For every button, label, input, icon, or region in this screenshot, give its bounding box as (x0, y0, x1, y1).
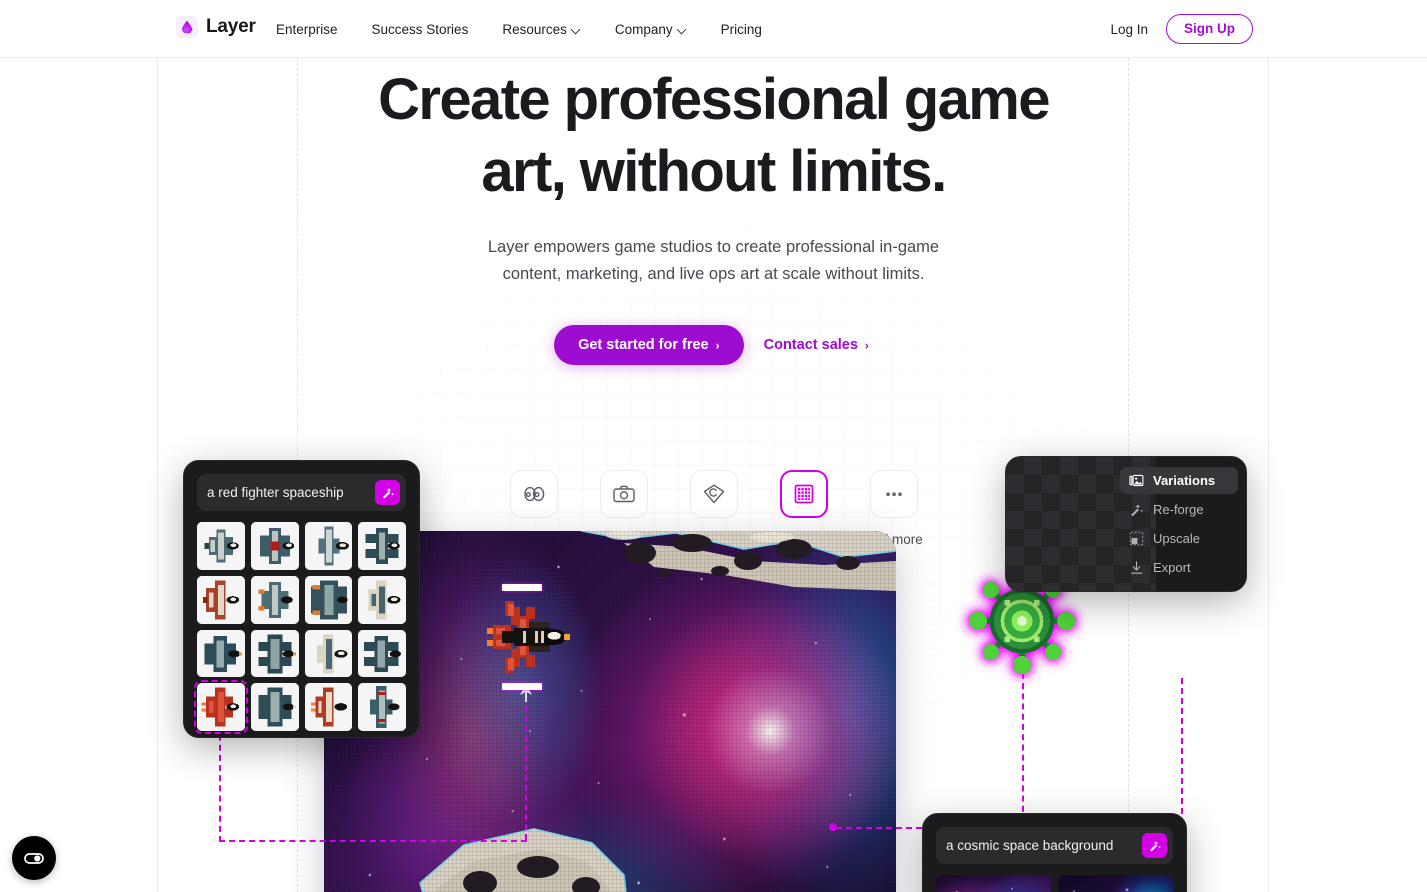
prompt-input-row[interactable]: a cosmic space background (936, 827, 1173, 864)
thumbnail-spaceship-15[interactable] (304, 683, 353, 731)
brand-name: Layer (206, 16, 256, 37)
landing-page: Layer Enterprise Success Stories Resourc… (0, 0, 1427, 892)
thumbnail-spaceship-8[interactable] (358, 575, 406, 624)
variation-thumbnail-grid (194, 522, 406, 734)
thumbnail-spaceship-16[interactable] (358, 683, 406, 731)
selection-handle-top[interactable] (502, 584, 542, 591)
magic-wand-icon (383, 487, 394, 499)
thumbnail-spaceship-7[interactable] (304, 575, 353, 624)
brand-logo[interactable]: Layer (176, 16, 256, 38)
thumbnail-spaceship-2[interactable] (250, 522, 299, 570)
image-context-menu-panel: Variations Re-forge Upscale Export (1005, 456, 1247, 592)
login-link[interactable]: Log In (1110, 22, 1148, 37)
thumbnail-spaceship-5[interactable] (197, 575, 245, 624)
tab-icon-box (869, 470, 918, 518)
chevron-down-icon (572, 25, 581, 34)
nav-link-label: Resources (502, 21, 567, 37)
nav-links: Enterprise Success Stories Resources Com… (276, 0, 779, 58)
magic-wand-icon (1150, 840, 1161, 852)
thumbnail-spaceship-4[interactable] (358, 522, 406, 570)
signup-button[interactable]: Sign Up (1166, 14, 1253, 44)
nav-link-label: Success Stories (371, 21, 469, 37)
nav-link-label: Enterprise (276, 21, 338, 37)
prompt-input[interactable]: a cosmic space background (946, 838, 1134, 853)
thumbnail-spaceship-14[interactable] (250, 683, 299, 731)
nav-link-resources[interactable]: Resources (485, 22, 598, 37)
nav-link-pricing[interactable]: Pricing (704, 22, 779, 37)
chevron-down-icon (678, 25, 687, 34)
context-menu-list: Variations Re-forge Upscale Export (1120, 467, 1238, 581)
accessibility-widget-button[interactable] (12, 836, 56, 880)
contact-sales-button[interactable]: Contact sales › (760, 333, 873, 357)
eyes-icon (523, 486, 544, 502)
hero-subtitle-line-2: content, marketing, and live ops art at … (502, 265, 925, 284)
chevron-right-icon: › (864, 338, 869, 353)
tab-icon-box (689, 470, 738, 518)
selection-handle-bottom[interactable] (502, 683, 542, 690)
camera-icon (612, 485, 635, 503)
page-title-line-2: art, without limits. (481, 138, 947, 204)
thumbnail-spaceship-3[interactable] (304, 522, 353, 570)
generate-magic-button[interactable] (375, 480, 400, 505)
prompt-input[interactable]: a red fighter spaceship (207, 485, 367, 500)
image-icon (1129, 474, 1144, 487)
nav-actions: Log In Sign Up (1110, 0, 1253, 58)
menu-item-label: Variations (1153, 473, 1216, 488)
thumbnail-spaceship-10[interactable] (250, 629, 299, 678)
canvas-object-red-fighter[interactable] (478, 584, 574, 690)
connector-segment-to-bottom-panel (836, 827, 922, 829)
thumbnail-space-bg-2[interactable] (1058, 875, 1173, 892)
magic-wand-icon (1131, 504, 1144, 517)
hero-subtitle: Layer empowers game studios to create pr… (0, 234, 1427, 289)
tab-icon-box (599, 470, 648, 518)
accessibility-toggle-icon (24, 853, 44, 864)
chevron-right-icon: › (715, 338, 720, 353)
menu-item-label: Export (1153, 560, 1191, 575)
nav-link-label: Pricing (720, 21, 762, 37)
upscale-icon (1129, 531, 1144, 546)
contact-sales-label: Contact sales (763, 336, 858, 353)
thumbnail-spaceship-9[interactable] (197, 629, 245, 678)
menu-item-export[interactable]: Export (1120, 554, 1238, 581)
nav-link-company[interactable]: Company (598, 22, 704, 37)
connector-segment-vertical-right (1181, 678, 1183, 824)
prompt-panel-spaceship: a red fighter spaceship (183, 460, 420, 738)
generate-magic-button[interactable] (1142, 833, 1167, 858)
thumbnail-spaceship-13-selected[interactable] (194, 680, 248, 734)
tab-icon-box (779, 470, 828, 518)
get-started-label: Get started for free (578, 336, 709, 353)
thumbnail-spaceship-6[interactable] (250, 575, 299, 624)
menu-item-upscale[interactable]: Upscale (1120, 525, 1238, 552)
main-navigation: Layer Enterprise Success Stories Resourc… (0, 0, 1427, 58)
get-started-button[interactable]: Get started for free › (554, 324, 744, 365)
download-icon (1130, 561, 1143, 574)
comic-diamond-icon (703, 484, 724, 504)
nav-link-enterprise[interactable]: Enterprise (276, 22, 355, 37)
thumbnail-spaceship-12[interactable] (358, 629, 406, 678)
thumbnail-space-bg-1[interactable] (936, 875, 1051, 892)
prompt-input-row[interactable]: a red fighter spaceship (197, 474, 406, 511)
menu-item-label: Re-forge (1153, 502, 1204, 517)
nav-link-success-stories[interactable]: Success Stories (355, 22, 486, 37)
menu-item-re-forge[interactable]: Re-forge (1120, 496, 1238, 523)
page-title: Create professional game art, without li… (0, 64, 1427, 208)
background-thumbnail-grid (936, 875, 1173, 892)
menu-item-label: Upscale (1153, 531, 1200, 546)
ellipsis-icon (885, 492, 902, 496)
pixel-grid-icon (794, 484, 813, 504)
tab-icon-box (509, 470, 558, 518)
droplet-logo-icon (176, 16, 198, 38)
page-title-line-1: Create professional game (378, 67, 1050, 132)
red-fighter-sprite (487, 601, 570, 673)
thumbnail-spaceship-1[interactable] (197, 522, 245, 570)
nav-link-label: Company (614, 21, 673, 37)
hero-cta-group: Get started for free › Contact sales › (0, 324, 1427, 365)
thumbnail-spaceship-11[interactable] (304, 629, 353, 678)
prompt-panel-background: a cosmic space background (922, 813, 1187, 892)
menu-item-variations[interactable]: Variations (1120, 467, 1238, 494)
hero-section: Create professional game art, without li… (0, 58, 1427, 365)
hero-subtitle-line-1: Layer empowers game studios to create pr… (487, 237, 940, 256)
